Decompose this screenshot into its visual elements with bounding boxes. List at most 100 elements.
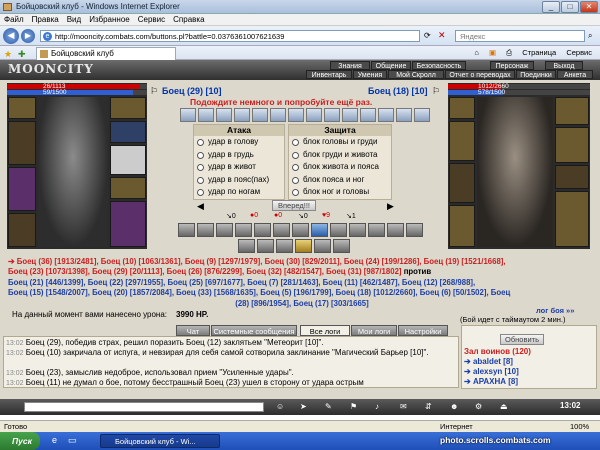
home-icon[interactable]: ⌂ xyxy=(474,48,479,57)
stop-icon[interactable]: ✕ xyxy=(438,30,446,41)
skill-icon-9[interactable] xyxy=(330,223,347,237)
skill-icon-3[interactable] xyxy=(216,223,233,237)
skill-icon-8[interactable] xyxy=(311,223,328,237)
spell-icon-12[interactable] xyxy=(378,108,394,122)
favorites-star-icon[interactable]: ★ xyxy=(4,47,12,61)
left-fighter-name[interactable]: Боец (29) [10] xyxy=(162,86,222,96)
menu-edit[interactable]: Правка xyxy=(28,14,63,26)
right-fighter-avatar[interactable] xyxy=(477,97,553,247)
scroll-icon[interactable]: ⇵ xyxy=(425,402,432,411)
spell-icon-10[interactable] xyxy=(342,108,358,122)
add-favorite-icon[interactable]: ✚ xyxy=(18,47,26,61)
spell-icon-13[interactable] xyxy=(396,108,412,122)
clear-icon[interactable]: ✎ xyxy=(325,402,332,411)
maximize-button[interactable]: □ xyxy=(561,1,579,13)
right-fighter-name[interactable]: Боец (18) [10] xyxy=(368,86,428,96)
nav-security[interactable]: Безопасность xyxy=(412,61,466,70)
skill-icon-6[interactable] xyxy=(273,223,290,237)
spell-icon-9[interactable] xyxy=(324,108,340,122)
skill-icon-16[interactable] xyxy=(276,239,293,253)
nav-inventory[interactable]: Инвентарь xyxy=(306,70,352,79)
quicklaunch-ie-icon[interactable]: e xyxy=(52,435,57,445)
block-chest-stomach-radio[interactable]: блок груди и живота xyxy=(289,149,391,162)
translit-icon[interactable]: ✉ xyxy=(400,402,407,411)
nav-battles[interactable]: Поединки xyxy=(516,70,556,79)
menu-file[interactable]: Файл xyxy=(0,14,28,26)
forward-attack-button[interactable]: Вперед!!! xyxy=(272,200,316,211)
nav-knowledge[interactable]: Знания xyxy=(330,61,370,70)
tab-all-logs[interactable]: Все логи xyxy=(300,325,350,336)
room-user-3[interactable]: ➔ АРАХНА [8] xyxy=(464,377,519,387)
menu-view[interactable]: Вид xyxy=(63,14,85,26)
close-button[interactable]: ✕ xyxy=(580,1,598,13)
exit-icon[interactable]: ⏏ xyxy=(500,402,508,411)
tab-chat[interactable]: Чат xyxy=(176,325,210,336)
block-belt-legs-radio[interactable]: блок пояса и ног xyxy=(289,174,391,187)
refresh-room-button[interactable]: Обновить xyxy=(500,334,544,345)
filter-icon[interactable]: ⚑ xyxy=(350,402,357,411)
search-input[interactable]: Яндекс xyxy=(455,30,585,42)
friends-icon[interactable]: ☻ xyxy=(450,402,458,411)
spell-icon-11[interactable] xyxy=(360,108,376,122)
attack-head-radio[interactable]: удар в голову xyxy=(194,136,284,149)
nav-profile[interactable]: Анкета xyxy=(557,70,593,79)
spell-icon-5[interactable] xyxy=(252,108,268,122)
page-menu[interactable]: Страница xyxy=(522,48,556,57)
skill-icon-18[interactable] xyxy=(314,239,331,253)
skill-icon-15[interactable] xyxy=(257,239,274,253)
taskbar-window-item[interactable]: Бойцовский клуб - Wi... xyxy=(100,434,220,448)
skill-icon-1[interactable] xyxy=(178,223,195,237)
nav-my-scroll[interactable]: Мой Скролл xyxy=(388,70,444,79)
left-arrow-icon[interactable]: ◀ xyxy=(197,201,204,212)
spell-icon-14[interactable] xyxy=(414,108,430,122)
skill-icon-12[interactable] xyxy=(387,223,404,237)
skill-icon-13[interactable] xyxy=(406,223,423,237)
spell-icon-8[interactable] xyxy=(306,108,322,122)
item-slot-amulet[interactable] xyxy=(449,121,475,161)
item-slot-belt[interactable] xyxy=(8,213,36,247)
skill-icon-5[interactable] xyxy=(254,223,271,237)
room-user-1[interactable]: ➔ abaldet [8] xyxy=(464,357,519,367)
quicklaunch-desktop-icon[interactable]: ▭ xyxy=(68,435,77,446)
item-slot-boots[interactable] xyxy=(110,201,146,247)
tab-settings[interactable]: Настройки xyxy=(398,325,448,336)
item-slot-gloves[interactable] xyxy=(555,165,589,189)
item-slot-armor[interactable] xyxy=(8,167,36,211)
start-button[interactable]: Пуск xyxy=(0,432,40,450)
nav-character[interactable]: Персонаж xyxy=(490,61,534,70)
menu-favorites[interactable]: Избранное xyxy=(85,14,134,26)
item-slot-helmet[interactable] xyxy=(449,97,475,119)
battle-log-link[interactable]: лог боя »» xyxy=(536,306,574,315)
item-slot-weapon[interactable] xyxy=(555,97,589,125)
refresh-icon[interactable]: ⟳ xyxy=(424,31,431,40)
item-slot-legs[interactable] xyxy=(110,177,146,199)
tab-current[interactable]: Бойцовский клуб xyxy=(36,47,176,60)
item-slot-shield[interactable] xyxy=(110,145,146,175)
spell-icon-7[interactable] xyxy=(288,108,304,122)
spell-icon-6[interactable] xyxy=(270,108,286,122)
minimize-button[interactable]: _ xyxy=(542,1,560,13)
spell-icon-3[interactable] xyxy=(216,108,232,122)
skill-icon-17[interactable] xyxy=(295,239,312,253)
attack-chest-radio[interactable]: удар в грудь xyxy=(194,149,284,162)
nav-transfer-report[interactable]: Отчет о переводах xyxy=(445,70,515,79)
tools-menu[interactable]: Сервис xyxy=(566,48,592,57)
nav-skills[interactable]: Умения xyxy=(353,70,387,79)
smiley-icon[interactable]: ☺ xyxy=(276,402,284,411)
attack-stomach-radio[interactable]: удар в живот xyxy=(194,161,284,174)
block-head-chest-radio[interactable]: блок головы и груди xyxy=(289,136,391,149)
chat-input[interactable] xyxy=(24,402,264,412)
left-fighter-avatar[interactable] xyxy=(38,97,108,247)
block-stomach-belt-radio[interactable]: блок живота и пояса xyxy=(289,161,391,174)
skill-icon-14[interactable] xyxy=(238,239,255,253)
skill-icon-2[interactable] xyxy=(197,223,214,237)
spell-icon-2[interactable] xyxy=(198,108,214,122)
forward-icon[interactable]: ▶ xyxy=(21,29,35,43)
back-icon[interactable]: ◀ xyxy=(3,28,19,44)
item-slot-belt[interactable] xyxy=(449,205,475,247)
attack-legs-radio[interactable]: удар по ногам xyxy=(194,186,284,199)
spell-icon-4[interactable] xyxy=(234,108,250,122)
right-arrow-icon[interactable]: ▶ xyxy=(387,201,394,212)
nav-exit[interactable]: Выход xyxy=(545,61,583,70)
search-icon[interactable]: ⌕ xyxy=(588,31,592,41)
